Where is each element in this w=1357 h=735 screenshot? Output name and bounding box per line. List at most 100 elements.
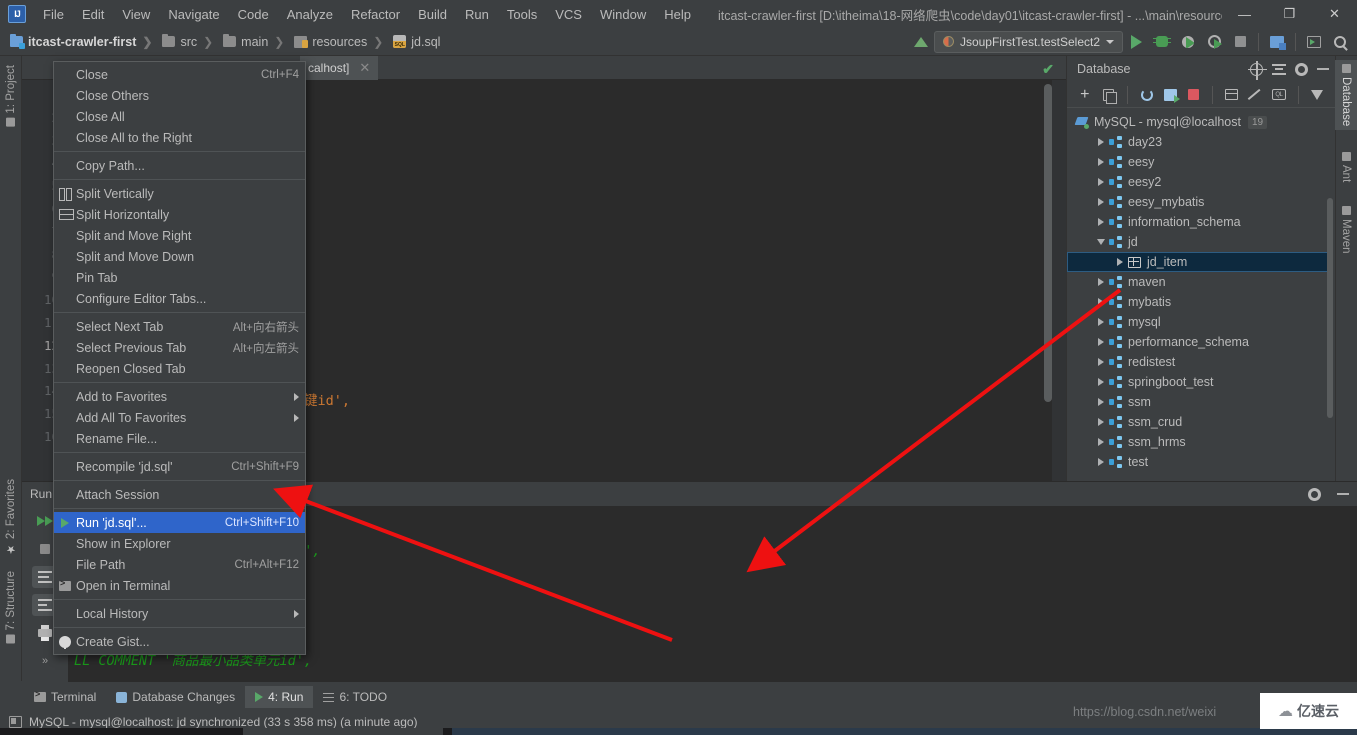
expand-arrow-icon[interactable] — [1093, 438, 1109, 446]
menu-item-reopen-closed-tab[interactable]: Reopen Closed Tab — [54, 358, 305, 379]
tab-todo[interactable]: 6: TODO — [313, 686, 397, 708]
expand-arrow-icon[interactable] — [1093, 338, 1109, 346]
expand-arrow-icon[interactable] — [1093, 318, 1109, 326]
tree-node-eesy[interactable]: eesy — [1067, 152, 1335, 172]
sidebar-item-favorites[interactable]: ★ 2: Favorites — [0, 476, 22, 559]
tab-database-changes[interactable]: Database Changes — [106, 686, 245, 708]
menu-window[interactable]: Window — [591, 3, 655, 26]
sidebar-item-project[interactable]: 1: Project — [0, 62, 22, 130]
menu-item-open-in-terminal[interactable]: Open in Terminal — [54, 575, 305, 596]
expand-arrow-icon[interactable] — [1093, 358, 1109, 366]
editor-tab[interactable]: calhost] ✕ — [300, 55, 379, 80]
tree-node-performance-schema[interactable]: performance_schema — [1067, 332, 1335, 352]
menu-help[interactable]: Help — [655, 3, 700, 26]
duplicate-button[interactable] — [1098, 85, 1117, 105]
tree-node-maven[interactable]: maven — [1067, 272, 1335, 292]
menu-navigate[interactable]: Navigate — [159, 3, 228, 26]
stop-refresh-button[interactable] — [1184, 85, 1203, 105]
menu-item-run-jd-sql[interactable]: Run 'jd.sql'... Ctrl+Shift+F10 — [54, 512, 305, 533]
add-datasource-button[interactable]: + — [1075, 85, 1094, 105]
menu-view[interactable]: View — [113, 3, 159, 26]
menu-item-split-horizontally[interactable]: Split Horizontally — [54, 204, 305, 225]
collapse-arrow-icon[interactable] — [1093, 239, 1109, 245]
close-button[interactable]: ✕ — [1312, 0, 1357, 28]
menu-tools[interactable]: Tools — [498, 3, 546, 26]
menu-item-close-all-right[interactable]: Close All to the Right — [54, 127, 305, 148]
menu-analyze[interactable]: Analyze — [278, 3, 342, 26]
expand-arrow-icon[interactable] — [1112, 258, 1128, 266]
menu-file[interactable]: File — [34, 3, 73, 26]
tree-node-redistest[interactable]: redistest — [1067, 352, 1335, 372]
menu-run[interactable]: Run — [456, 3, 498, 26]
tree-node-day23[interactable]: day23 — [1067, 132, 1335, 152]
database-tree-scrollbar[interactable] — [1327, 198, 1333, 418]
tree-node-connection[interactable]: MySQL - mysql@localhost 19 — [1067, 112, 1335, 132]
query-console-button[interactable]: QL — [1269, 85, 1288, 105]
menu-code[interactable]: Code — [229, 3, 278, 26]
expand-arrow-icon[interactable] — [1093, 138, 1109, 146]
avd-manager-button[interactable] — [1301, 30, 1327, 54]
tree-node-jd[interactable]: jd — [1067, 232, 1335, 252]
menu-item-rename-file[interactable]: Rename File... — [54, 428, 305, 449]
menu-item-add-all-to-favorites[interactable]: Add All To Favorites — [54, 407, 305, 428]
open-table-button[interactable] — [1222, 85, 1241, 105]
run-coverage-button[interactable] — [1175, 30, 1201, 54]
expand-arrow-icon[interactable] — [1093, 218, 1109, 226]
expand-arrow-icon[interactable] — [1093, 158, 1109, 166]
refresh-button[interactable] — [1137, 85, 1156, 105]
menu-edit[interactable]: Edit — [73, 3, 113, 26]
expand-arrow-icon[interactable] — [1093, 418, 1109, 426]
modify-button[interactable] — [1246, 85, 1265, 105]
expand-arrow-icon[interactable] — [1093, 298, 1109, 306]
close-icon[interactable]: ✕ — [359, 60, 370, 76]
breadcrumb-resources[interactable]: resources ❯ — [292, 33, 391, 51]
menu-item-split-move-right[interactable]: Split and Move Right — [54, 225, 305, 246]
synchronize-button[interactable] — [1160, 85, 1180, 105]
collapse-all-icon[interactable] — [1272, 64, 1286, 75]
tree-node-ssm-crud[interactable]: ssm_crud — [1067, 412, 1335, 432]
tree-node-eesy-mybatis[interactable]: eesy_mybatis — [1067, 192, 1335, 212]
search-everywhere-button[interactable] — [1327, 30, 1353, 54]
tree-node-mysql[interactable]: mysql — [1067, 312, 1335, 332]
filter-button[interactable] — [1308, 85, 1327, 105]
menu-item-pin-tab[interactable]: Pin Tab — [54, 267, 305, 288]
minimize-button[interactable]: — — [1222, 0, 1267, 28]
menu-item-select-next-tab[interactable]: Select Next Tab Alt+向右箭头 — [54, 316, 305, 337]
tree-node-springboot-test[interactable]: springboot_test — [1067, 372, 1335, 392]
menu-item-attach-session[interactable]: Attach Session — [54, 484, 305, 505]
menu-item-add-to-favorites[interactable]: Add to Favorites — [54, 386, 305, 407]
menu-item-close-others[interactable]: Close Others — [54, 85, 305, 106]
breadcrumb-main[interactable]: main ❯ — [221, 33, 292, 51]
tree-node-mybatis[interactable]: mybatis — [1067, 292, 1335, 312]
menu-item-select-previous-tab[interactable]: Select Previous Tab Alt+向左箭头 — [54, 337, 305, 358]
tab-run[interactable]: 4: Run — [245, 686, 314, 708]
hide-panel-icon[interactable] — [1317, 68, 1329, 70]
menu-item-file-path[interactable]: File Path Ctrl+Alt+F12 — [54, 554, 305, 575]
menu-item-split-move-down[interactable]: Split and Move Down — [54, 246, 305, 267]
sidebar-item-database[interactable]: Database — [1335, 60, 1357, 131]
locate-icon[interactable] — [1248, 60, 1267, 80]
menu-item-close-all[interactable]: Close All — [54, 106, 305, 127]
breadcrumb-project[interactable]: itcast-crawler-first ❯ — [8, 33, 160, 51]
tree-node-eesy2[interactable]: eesy2 — [1067, 172, 1335, 192]
menu-refactor[interactable]: Refactor — [342, 3, 409, 26]
tree-node-jd-item[interactable]: jd_item — [1067, 252, 1333, 272]
menu-item-copy-path[interactable]: Copy Path... — [54, 155, 305, 176]
sidebar-item-structure[interactable]: 7: Structure — [0, 568, 22, 646]
expand-arrow-icon[interactable] — [1093, 398, 1109, 406]
debug-button[interactable] — [1149, 30, 1175, 54]
expand-arrow-icon[interactable] — [1093, 458, 1109, 466]
menu-item-split-vertically[interactable]: Split Vertically — [54, 183, 305, 204]
editor-vertical-scrollbar[interactable] — [1044, 84, 1052, 402]
tree-node-test[interactable]: test — [1067, 452, 1335, 472]
menu-item-create-gist[interactable]: Create Gist... — [54, 631, 305, 652]
gear-icon[interactable] — [1308, 487, 1321, 501]
expand-arrow-icon[interactable] — [1093, 378, 1109, 386]
menu-item-close[interactable]: Close Ctrl+F4 — [54, 64, 305, 85]
stop-button[interactable] — [1227, 30, 1253, 54]
menu-build[interactable]: Build — [409, 3, 456, 26]
gear-icon[interactable] — [1295, 62, 1308, 76]
tree-node-ssm-hrms[interactable]: ssm_hrms — [1067, 432, 1335, 452]
menu-item-show-in-explorer[interactable]: Show in Explorer — [54, 533, 305, 554]
breadcrumb-src[interactable]: src ❯ — [160, 33, 221, 51]
